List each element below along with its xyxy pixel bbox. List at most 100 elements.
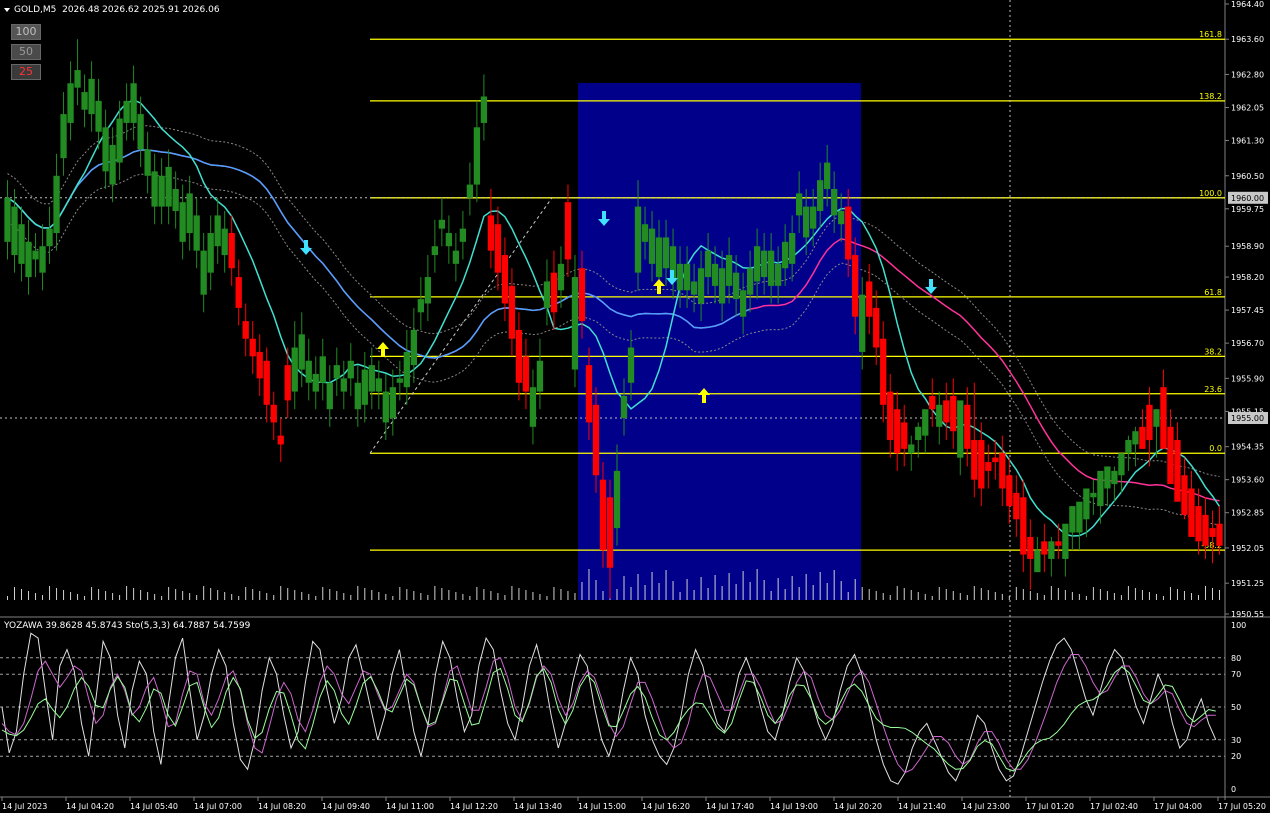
candle-body [908, 444, 915, 454]
time-axis-label: 14 Jul 19:00 [770, 802, 818, 811]
candle-body [193, 215, 200, 251]
candle-body [144, 149, 151, 176]
candle-body [557, 263, 565, 291]
zoom-25-button[interactable]: 25 [11, 64, 41, 80]
chart-canvas[interactable]: 161.8138.2100.061.838.223.60.0-38.21964.… [0, 0, 1270, 813]
candle-body [354, 382, 361, 410]
price-axis-label: 1961.30 [1231, 137, 1264, 146]
candle-body [831, 188, 838, 216]
zoom-50-button[interactable]: 50 [11, 44, 41, 60]
candle-body [452, 250, 460, 264]
candle-body [473, 127, 481, 185]
candle-body [676, 263, 684, 291]
candle-body [522, 356, 530, 392]
osc-axis-label: 80 [1231, 654, 1241, 663]
chart-menu-icon[interactable] [4, 7, 10, 12]
candle-body [795, 193, 803, 216]
candle-body [943, 400, 950, 423]
candle-body [375, 378, 382, 392]
candle-body [158, 175, 165, 207]
candle-body [781, 241, 789, 269]
candle-body [1097, 470, 1104, 507]
candle-body [845, 206, 852, 260]
candle-body [494, 224, 502, 273]
indicator-header: YOZAWA 39.8628 45.8743 Sto(5,3,3) 64.788… [4, 621, 251, 631]
trading-chart-window[interactable]: 161.8 138.2 100.0 61.8 38.2 23.6 0.0 -38.2 1964.… [0, 0, 1270, 813]
price-axis-label: 1955.90 [1231, 374, 1264, 383]
candle-body [396, 378, 403, 383]
highlight-zone [578, 83, 861, 600]
candle-body [102, 127, 109, 172]
osc-axis-label: 30 [1231, 736, 1241, 745]
candle-body [501, 255, 509, 304]
candle-body [971, 440, 978, 480]
candle-body [536, 360, 544, 392]
candle-body [172, 188, 179, 212]
candle-body [690, 281, 698, 295]
candle-body [978, 440, 985, 489]
candle-body [529, 387, 537, 427]
candle-body [606, 497, 614, 568]
candle-body [298, 334, 305, 370]
candle-body [431, 246, 439, 256]
candle-body [578, 268, 586, 322]
price-axis-label: 1964.40 [1231, 0, 1264, 9]
candle-body [592, 404, 600, 476]
candle-body [1216, 523, 1223, 546]
candle-body [810, 206, 817, 229]
candle-body [242, 321, 249, 339]
candle-body [88, 78, 95, 115]
candle-body [936, 404, 943, 427]
candle-body [774, 263, 782, 286]
candle-body [852, 255, 859, 317]
price-axis-label: 1956.70 [1231, 339, 1264, 348]
candle-body [11, 206, 18, 256]
candle-body [1153, 409, 1160, 427]
candle-body [326, 382, 333, 410]
candle-body [753, 246, 761, 282]
candle-body [704, 250, 712, 278]
candle-body [648, 228, 656, 264]
candle-body [382, 391, 389, 423]
candle-body [277, 435, 284, 445]
time-axis-label: 17 Jul 01:20 [1026, 802, 1074, 811]
candle-body [417, 299, 424, 313]
candle-body [179, 202, 186, 242]
candle-body [270, 404, 277, 423]
candle-body [838, 211, 845, 225]
candle-body [803, 206, 810, 238]
candle-body [1090, 492, 1097, 498]
candle-body [859, 294, 866, 352]
candle-body [130, 83, 137, 123]
candle-body [60, 114, 67, 159]
candle-body [1195, 506, 1202, 542]
candle-body [389, 387, 396, 419]
buy-arrow-icon [377, 342, 389, 357]
zoom-100-button[interactable]: 100 [11, 24, 41, 40]
candle-body [1020, 497, 1027, 555]
candle-body [515, 329, 523, 383]
candle-body [32, 250, 39, 260]
candle-body [165, 166, 172, 207]
candle-body [480, 96, 488, 123]
candle-body [739, 290, 747, 317]
candle-body [1202, 514, 1209, 546]
candle-body [1125, 440, 1132, 454]
price-axis-label: 1954.35 [1231, 443, 1264, 452]
fib-level-label: 38.2 [1204, 347, 1222, 356]
time-axis-label: 17 Jul 02:40 [1090, 802, 1138, 811]
candle-body [564, 202, 572, 260]
candle-body [81, 92, 88, 110]
candle-body [1034, 550, 1041, 573]
candle-body [1188, 488, 1195, 537]
price-axis-label: 1962.05 [1231, 104, 1264, 113]
fib-level-label: 0.0 [1209, 444, 1222, 453]
osc-axis-label: 100 [1231, 621, 1246, 630]
candle-body [319, 356, 326, 383]
candle-body [459, 228, 467, 242]
candle-body [487, 215, 495, 251]
candle-body [508, 285, 516, 339]
candle-body [200, 250, 207, 295]
candle-body [613, 470, 621, 529]
candle-body [1160, 387, 1167, 449]
